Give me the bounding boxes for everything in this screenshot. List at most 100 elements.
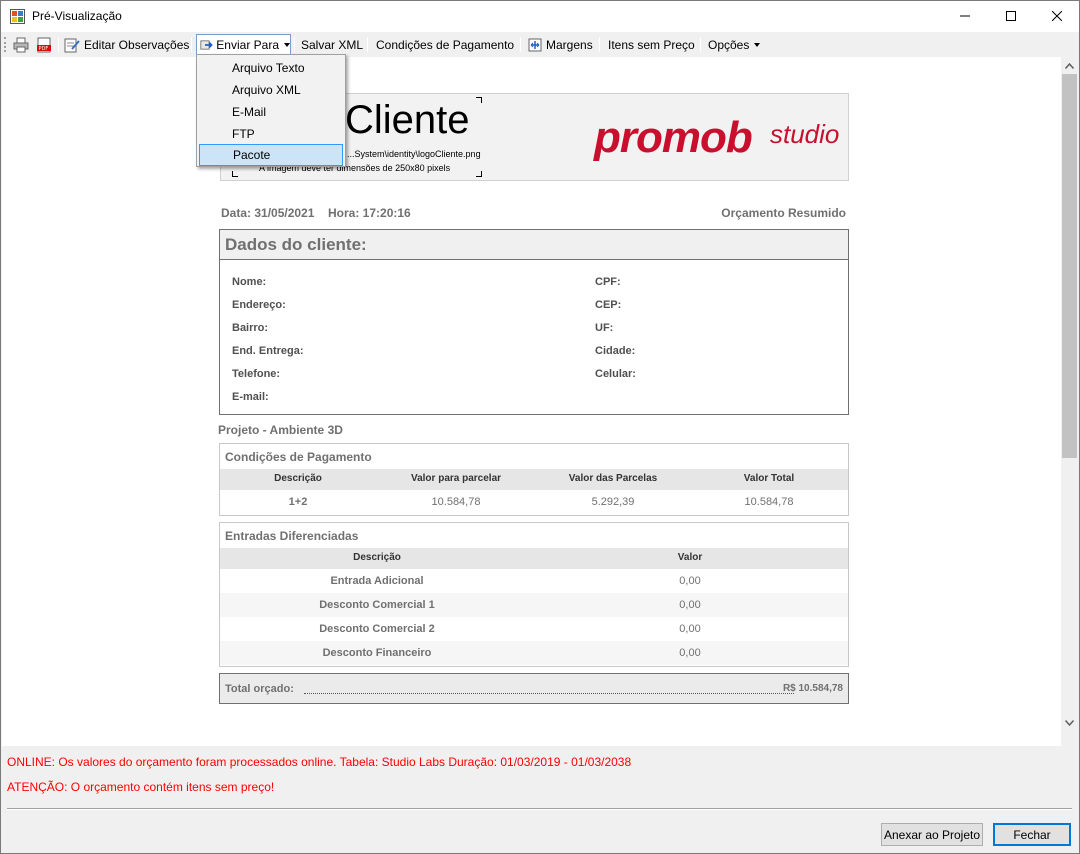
attach-to-project-button[interactable]: Anexar ao Projeto (881, 823, 983, 846)
total-label: Total orçado: (225, 683, 294, 695)
table-cell: Entrada Adicional (330, 575, 424, 587)
table-cell: Desconto Financeiro (322, 647, 432, 659)
margins-icon (528, 38, 542, 51)
edit-notes-icon (64, 38, 80, 52)
table-cell: 5.292,39 (591, 496, 635, 508)
client-logo-path: ...System\identity\logoCliente.png (347, 149, 481, 159)
field-uf: UF: (595, 322, 614, 334)
editar-observacoes-label: Editar Observações (84, 37, 190, 52)
menu-item-email[interactable]: E-Mail (199, 101, 343, 123)
toolbar-separator (700, 37, 701, 52)
table-header: Descrição Valor (220, 548, 848, 569)
close-icon (1052, 11, 1062, 21)
scroll-thumb[interactable] (1062, 74, 1077, 458)
salvar-xml-button[interactable]: Salvar XML (301, 34, 363, 55)
send-to-dropdown-menu: Arquivo Texto Arquivo XML E-Mail FTP Pac… (196, 54, 346, 167)
close-dialog-button[interactable]: Fechar (993, 823, 1071, 846)
report-type: Orçamento Resumido (721, 206, 846, 220)
chevron-down-icon (284, 42, 290, 47)
differential-entries-title: Entradas Diferenciadas (225, 529, 359, 543)
opcoes-label: Opções (708, 37, 750, 52)
field-email: E-mail: (232, 391, 269, 403)
opcoes-button[interactable]: Opções (708, 34, 761, 55)
field-endereco: Endereço: (232, 299, 286, 311)
itens-sem-preco-button[interactable]: Itens sem Preço (608, 34, 695, 55)
scroll-down-button[interactable] (1061, 714, 1078, 731)
chevron-down-icon (1065, 719, 1074, 726)
client-data-heading: Dados do cliente: (220, 230, 848, 260)
print-button[interactable] (13, 34, 31, 55)
column-header: Descrição (274, 473, 322, 484)
toolbar-separator (367, 37, 368, 52)
report-date: Data: 31/05/2021 (221, 206, 315, 220)
toolbar: PDF Editar Observações Enviar Para Salva… (1, 32, 1079, 57)
preview-window: Pré-Visualização PDF Editar Observações … (0, 0, 1080, 854)
table-cell: Desconto Comercial 2 (319, 623, 435, 635)
logo-placeholder-corner (476, 97, 482, 103)
margens-button[interactable]: Margens (527, 34, 593, 55)
field-cpf: CPF: (595, 276, 621, 288)
logo-placeholder-corner (232, 171, 238, 177)
scroll-up-button[interactable] (1061, 57, 1078, 74)
menu-item-arquivo-xml[interactable]: Arquivo XML (199, 79, 343, 101)
minimize-icon (960, 15, 970, 17)
enviar-para-button[interactable]: Enviar Para (196, 34, 291, 55)
menu-item-pacote[interactable]: Pacote (199, 144, 343, 166)
toolbar-separator (599, 37, 600, 52)
total-leader-dots (304, 693, 794, 694)
svg-text:PDF: PDF (39, 46, 49, 52)
itens-sem-preco-label: Itens sem Preço (608, 37, 695, 52)
salvar-xml-label: Salvar XML (301, 37, 364, 52)
pdf-button[interactable]: PDF (36, 34, 54, 55)
payment-conditions-title: Condições de Pagamento (225, 450, 372, 464)
printer-icon (13, 37, 29, 52)
report-time: Hora: 17:20:16 (328, 206, 411, 220)
total-box: Total orçado: R$ 10.584,78 (219, 673, 849, 704)
report-preview[interactable]: Cliente ...System\identity\logoCliente.p… (2, 57, 1061, 746)
logo-placeholder-corner (476, 171, 482, 177)
enviar-para-label: Enviar Para (216, 37, 279, 52)
app-icon (10, 9, 25, 24)
table-cell: 10.584,78 (431, 496, 481, 508)
bottom-separator (7, 808, 1072, 810)
close-button[interactable] (1034, 1, 1080, 31)
client-data-box: Dados do cliente: Nome: Endereço: Bairro… (219, 229, 849, 415)
table-cell: 10.584,78 (744, 496, 794, 508)
total-value: R$ 10.584,78 (782, 683, 843, 694)
table-cell: 0,00 (679, 623, 701, 635)
client-logo-placeholder: Cliente (345, 98, 470, 142)
toolbar-separator (520, 37, 521, 52)
table-cell: 1+2 (288, 496, 308, 508)
editar-observacoes-button[interactable]: Editar Observações (64, 34, 189, 55)
column-header: Valor para parcelar (410, 473, 502, 484)
toolbar-separator (58, 37, 59, 52)
payment-conditions-table: Condições de Pagamento Descrição Valor p… (219, 443, 849, 516)
menu-item-ftp[interactable]: FTP (199, 123, 343, 145)
field-celular: Celular: (595, 368, 636, 380)
table-cell: 0,00 (679, 575, 701, 587)
menu-item-arquivo-texto[interactable]: Arquivo Texto (199, 57, 343, 79)
maximize-button[interactable] (988, 1, 1034, 31)
vertical-scrollbar[interactable] (1061, 57, 1078, 746)
chevron-down-icon (754, 42, 761, 47)
minimize-button[interactable] (942, 1, 988, 31)
table-cell: 0,00 (679, 599, 701, 611)
field-bairro: Bairro: (232, 322, 269, 334)
field-cidade: Cidade: (595, 345, 636, 357)
condicoes-pagamento-label: Condições de Pagamento (376, 37, 515, 52)
condicoes-pagamento-button[interactable]: Condições de Pagamento (376, 34, 514, 55)
window-title: Pré-Visualização (32, 9, 122, 23)
table-header: Descrição Valor para parcelar Valor das … (220, 469, 848, 490)
maximize-icon (1006, 11, 1016, 21)
field-nome: Nome: (232, 276, 267, 288)
field-end-entrega: End. Entrega: (232, 345, 304, 357)
project-title: Projeto - Ambiente 3D (218, 423, 343, 437)
column-header: Descrição (353, 552, 401, 563)
column-header: Valor (677, 552, 703, 563)
toolbar-separator (191, 37, 192, 52)
title-bar: Pré-Visualização (1, 1, 1079, 32)
toolbar-grip[interactable] (4, 37, 6, 52)
online-message: ONLINE: Os valores do orçamento foram pr… (7, 755, 632, 769)
toolbar-separator (294, 37, 295, 52)
table-cell: 0,00 (679, 647, 701, 659)
